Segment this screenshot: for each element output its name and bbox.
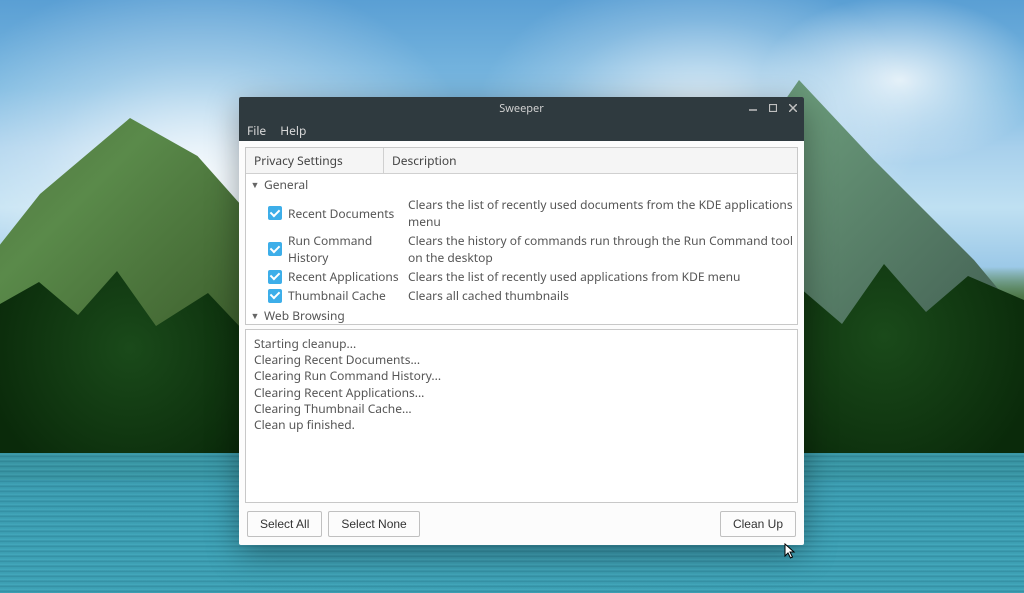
item-description: Clears the history of commands run throu…: [400, 232, 793, 266]
tree-item[interactable]: Run Command HistoryClears the history of…: [246, 231, 797, 267]
minimize-icon[interactable]: [748, 103, 758, 113]
log-line: Clearing Recent Documents...: [254, 352, 789, 368]
checkbox[interactable]: [268, 206, 282, 220]
titlebar[interactable]: Sweeper: [239, 97, 804, 119]
select-all-button[interactable]: Select All: [247, 511, 322, 537]
item-description: Clears all cached thumbnails: [400, 287, 793, 304]
settings-tree: Privacy Settings Description ▼ General Rec…: [245, 147, 798, 325]
checkbox[interactable]: [268, 270, 282, 284]
checkbox[interactable]: [268, 289, 282, 303]
tree-item[interactable]: Thumbnail CacheClears all cached thumbna…: [246, 286, 797, 305]
item-label: Recent Applications: [288, 268, 400, 285]
log-line: Clearing Recent Applications...: [254, 385, 789, 401]
log-line: Clearing Run Command History...: [254, 368, 789, 384]
item-label: Recent Documents: [288, 205, 400, 222]
column-privacy[interactable]: Privacy Settings: [246, 148, 384, 173]
item-label: Run Command History: [288, 232, 400, 266]
close-icon[interactable]: [788, 103, 798, 113]
log-line: Clean up finished.: [254, 417, 789, 433]
checkbox[interactable]: [268, 242, 282, 256]
tree-item[interactable]: Recent DocumentsClears the list of recen…: [246, 195, 797, 231]
chevron-down-icon[interactable]: ▼: [250, 178, 260, 191]
tree-body[interactable]: ▼GeneralRecent DocumentsClears the list …: [246, 174, 797, 324]
log-line: Clearing Thumbnail Cache...: [254, 401, 789, 417]
window-title: Sweeper: [499, 101, 544, 116]
item-label: Thumbnail Cache: [288, 287, 400, 304]
maximize-icon[interactable]: [768, 103, 778, 113]
select-none-button[interactable]: Select None: [328, 511, 419, 537]
item-description: Clears the list of recently used applica…: [400, 268, 793, 285]
window-controls: [748, 97, 798, 119]
tree-group[interactable]: ▼ General: [246, 174, 797, 195]
chevron-down-icon[interactable]: ▼: [250, 309, 260, 322]
menubar: File Help: [239, 119, 804, 141]
sweeper-window: Sweeper File Help Privacy Settings Descr…: [239, 97, 804, 545]
log-output[interactable]: Starting cleanup...Clearing Recent Docum…: [245, 329, 798, 503]
tree-header: Privacy Settings Description: [246, 148, 797, 174]
button-row: Select All Select None Clean Up: [245, 507, 798, 539]
window-content: Privacy Settings Description ▼ General Rec…: [239, 141, 804, 545]
column-description[interactable]: Description: [384, 148, 797, 173]
clean-up-button[interactable]: Clean Up: [720, 511, 796, 537]
item-description: Clears the list of recently used documen…: [400, 196, 793, 230]
group-label: Web Browsing: [264, 307, 345, 324]
group-label: General: [264, 176, 308, 193]
tree-group[interactable]: ▼ Web Browsing: [246, 305, 797, 324]
menu-help[interactable]: Help: [280, 122, 306, 139]
menu-file[interactable]: File: [247, 122, 266, 139]
tree-item[interactable]: Recent ApplicationsClears the list of re…: [246, 267, 797, 286]
log-line: Starting cleanup...: [254, 336, 789, 352]
